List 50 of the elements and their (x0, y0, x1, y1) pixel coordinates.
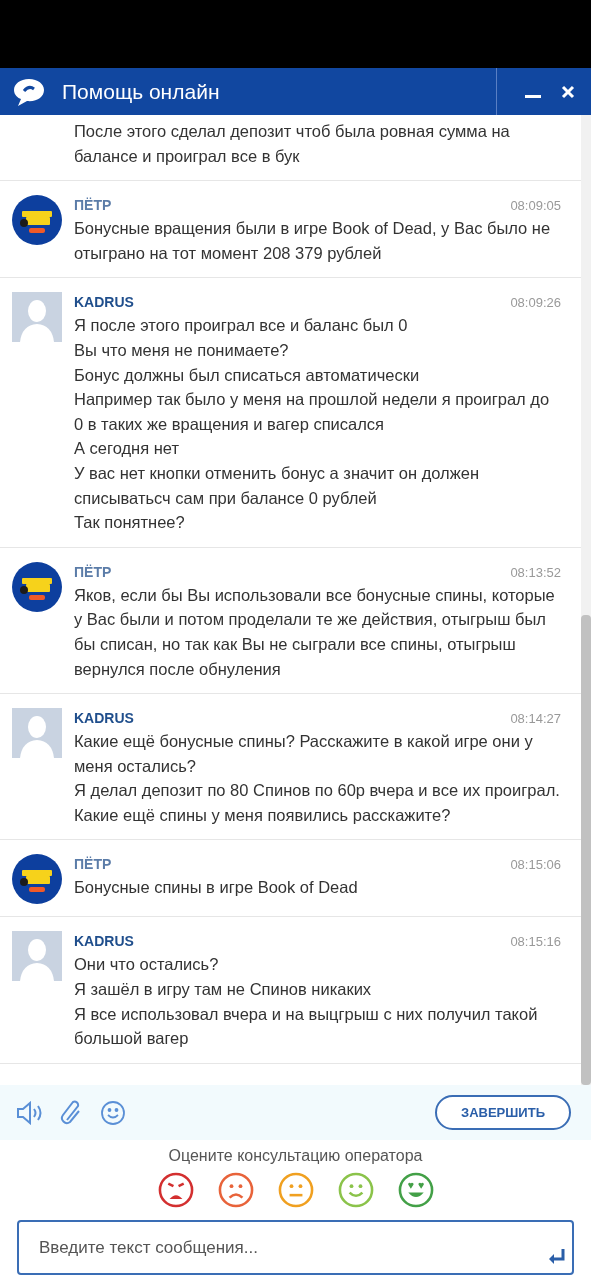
message-text: После этого сделал депозит чтоб была ровная сумма на (74, 121, 511, 142)
logo-icon (12, 854, 62, 905)
message-text: Я все использовал вчера и на выцгрыш с них получил такой большой вагер (74, 1003, 539, 1050)
emoji-icon[interactable] (100, 1099, 126, 1126)
author-name: ПЁТР (74, 562, 112, 582)
message-time: 08:14:27 (510, 710, 561, 729)
message-time: 08:09:26 (510, 294, 561, 313)
author-name: ПЁТР (74, 196, 112, 216)
user-avatar-icon (12, 708, 62, 759)
enter-icon[interactable] (548, 1247, 566, 1265)
finish-button[interactable]: ЗАВЕРШИТЬ (435, 1095, 571, 1130)
message-text: Я делал депозит по 80 Спинов по 60р вчера и все их проиграл. Какие ещё спины у меня появились расскажите? (74, 780, 561, 826)
message-text: Бонус должны был списаться автоматически (74, 364, 421, 386)
rating-prompt: Оцените консультацию оператора (168, 1146, 423, 1166)
author-name: KADRUS (74, 709, 134, 729)
author-name: ПЁТР (74, 855, 112, 875)
message-text: А сегодня нет (74, 438, 181, 460)
author-name: KADRUS (74, 293, 134, 313)
message-text: Я после этого проиграл все и баланс был 0 (74, 315, 409, 337)
message-text: Например так было у меня на прошлой недели я проиграл до 0 в таких же вращения и вагер списался (74, 389, 551, 435)
rating-face-button[interactable] (157, 1172, 194, 1208)
user-avatar-icon (12, 931, 62, 982)
message-text: Я зашёл в игру там не Спинов никаких (74, 979, 373, 1001)
user-avatar-icon (12, 292, 62, 343)
rating-face-button[interactable] (217, 1172, 254, 1208)
message-text: Вы что меня не понимаете? (74, 339, 290, 361)
scrollbar[interactable] (581, 115, 591, 1085)
message-input-field[interactable]: Введите текст сообщения... (17, 1220, 574, 1275)
message-text: Так понятнее? (74, 512, 186, 534)
rating-face-button[interactable] (337, 1172, 374, 1208)
rating-face-button[interactable] (397, 1172, 434, 1208)
rating-face-button[interactable] (277, 1172, 314, 1208)
message-text: Бонусные вращения были в игре Book of Dead, у Вас было не отыграно на тот момент 208 379 рублей (74, 218, 552, 264)
message-text: балансе и проиграл все в бук (74, 145, 301, 167)
chat-bubble-icon (12, 76, 46, 107)
logo-icon (12, 561, 62, 612)
message-time: 08:13:52 (510, 563, 561, 582)
message-text: Бонусные спины в игре Book of Dead (74, 877, 359, 899)
message-text: Они что остались? (74, 954, 220, 976)
message-time: 08:15:06 (510, 856, 561, 875)
message-text: Какие ещё бонусные спины? Расскажите в какой игре они у меня остались? (74, 731, 534, 777)
message-time: 08:15:16 (510, 933, 561, 952)
message-text: Яков, если бы Вы использовали все бонусные спины, которые у Вас были и потом проделали те же действия, отыгрыш был бы списан, но так как Вы не сыграли все спины, отыгрыш вернулся после обнуления (74, 584, 556, 680)
author-name: KADRUS (74, 932, 134, 952)
speaker-icon[interactable] (16, 1100, 44, 1125)
chat-title: Помощь онлайн (62, 78, 220, 105)
close-icon[interactable] (561, 84, 575, 99)
message-time: 08:09:05 (510, 197, 561, 216)
logo-icon (12, 195, 62, 246)
message-text: У вас нет кнопки отменить бонус а значит он должен списыватьсч сам при балансе 0 рублей (74, 462, 481, 509)
